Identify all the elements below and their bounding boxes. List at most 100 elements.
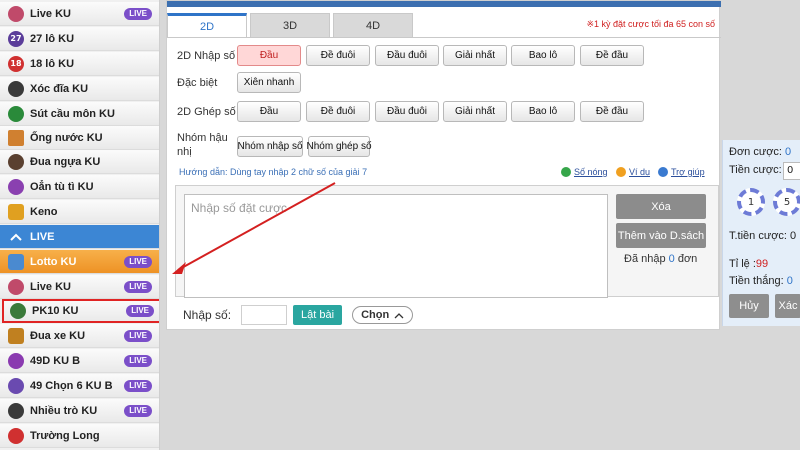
sidebar-item-live-ku-2[interactable]: Live KU LIVE — [0, 275, 159, 299]
sidebar-item-label: Oẳn tù tì KU — [30, 180, 94, 193]
chevron-up-icon — [8, 229, 24, 245]
sidebar-item-ong-nuoc-ku[interactable]: Ống nước KU — [0, 126, 159, 150]
top-bar — [167, 1, 721, 7]
star-icon — [561, 167, 571, 177]
sidebar-item-label: Trường Long — [30, 429, 100, 442]
btn-nhom-nhap-so[interactable]: Nhóm nhập số — [237, 136, 303, 157]
live-person-icon — [8, 5, 24, 22]
sidebar-item-pk10-ku[interactable]: PK10 KU LIVE — [2, 299, 159, 323]
sidebar-item-dua-xe-ku[interactable]: Đua xe KU LIVE — [0, 324, 159, 348]
bet-summary-panel: Đơn cược: 0 Tiền cược: 0 1 5 T.tiền cược… — [722, 140, 800, 326]
imported-count: Đã nhập 0 đơn — [624, 253, 697, 265]
soccer-icon — [8, 105, 24, 122]
car-icon — [8, 327, 24, 344]
choose-label: Chọn — [361, 309, 390, 321]
help-label: Trợ giúp — [671, 167, 705, 177]
sidebar-item-27-lo-ku[interactable]: 27 27 lô KU — [0, 27, 159, 51]
imported-number: 0 — [668, 253, 675, 265]
add-to-list-button[interactable]: Thêm vào D.sách — [616, 223, 706, 248]
btn-ghep-de-dau[interactable]: Đề đầu — [580, 101, 644, 122]
btn-nhap-dau-duoi[interactable]: Đầu đuôi — [375, 45, 439, 66]
hot-numbers-label: Số nóng — [574, 167, 608, 177]
sidebar-item-49d-ku-b[interactable]: 49D KU B LIVE — [0, 349, 159, 373]
sidebar-live-header[interactable]: LIVE — [0, 225, 159, 249]
chip-5[interactable]: 5 — [773, 188, 800, 216]
bet-amount-label: Tiền cược: — [729, 164, 782, 176]
sidebar-item-49-chon-6-ku-b[interactable]: 49 Chọn 6 KU B LIVE — [0, 374, 159, 398]
row-label-nhom-hau: Nhóm hậu — [177, 132, 228, 144]
sidebar-section-label: LIVE — [30, 230, 55, 243]
btn-nhap-giai-nhat[interactable]: Giải nhất — [443, 45, 507, 66]
btn-nhap-de-duoi[interactable]: Đề đuôi — [306, 45, 370, 66]
sidebar-item-label: Keno — [30, 205, 58, 218]
imported-suffix: đơn — [677, 253, 698, 265]
btn-ghep-dau[interactable]: Đầu — [237, 101, 301, 122]
sidebar-item-label: 49 Chọn 6 KU B — [30, 379, 113, 392]
btn-nhom-ghep-so[interactable]: Nhóm ghép số — [306, 136, 372, 157]
live-badge: LIVE — [124, 330, 152, 342]
btn-xien-nhanh[interactable]: Xiên nhanh — [237, 72, 301, 93]
balls-icon — [8, 377, 24, 394]
flip-card-button[interactable]: Lật bài — [293, 305, 343, 325]
sidebar-item-18-lo-ku[interactable]: 18 18 lô KU — [0, 52, 159, 76]
cancel-button[interactable]: Hủy — [729, 294, 769, 318]
win-label: Tiền thắng: 0 — [729, 275, 793, 287]
tab-2d[interactable]: 2D — [167, 13, 247, 38]
hot-numbers-link[interactable]: Số nóng — [561, 167, 608, 177]
delete-button[interactable]: Xóa — [616, 194, 706, 219]
bet-amount-input[interactable]: 0 — [783, 162, 800, 180]
choose-dropdown[interactable]: Chọn — [352, 306, 414, 324]
total-bet-label: T.tiền cược: 0 — [729, 230, 797, 242]
sidebar-item-keno[interactable]: Keno — [0, 200, 159, 224]
confirm-button[interactable]: Xác — [775, 294, 800, 318]
example-link[interactable]: Ví dụ — [616, 167, 650, 177]
btn-ghep-giai-nhat[interactable]: Giải nhất — [443, 101, 507, 122]
live-badge: LIVE — [124, 8, 152, 20]
btn-ghep-de-duoi[interactable]: Đề đuôi — [306, 101, 370, 122]
chip-1[interactable]: 1 — [737, 188, 765, 216]
help-link[interactable]: Trợ giúp — [658, 167, 705, 177]
balloon-icon — [8, 352, 24, 369]
sidebar-item-label: Lotto KU — [30, 255, 77, 268]
sidebar-item-oan-tu-ti-ku[interactable]: Oẳn tù tì KU — [0, 175, 159, 199]
sidebar-item-sut-cau-mon-ku[interactable]: Sút cầu môn KU — [0, 102, 159, 126]
pipe-icon — [8, 129, 24, 146]
live-badge: LIVE — [124, 355, 152, 367]
btn-nhap-de-dau[interactable]: Đề đầu — [580, 45, 644, 66]
btn-nhap-dau[interactable]: Đầu — [237, 45, 301, 66]
sidebar-item-label: Live KU — [30, 7, 71, 20]
race-car-icon — [10, 302, 26, 319]
sidebar-item-live-ku[interactable]: Live KU LIVE — [0, 2, 159, 26]
row-label-nhap-so: 2D Nhập số — [177, 50, 236, 62]
sidebar-item-nhieu-tro-ku[interactable]: Nhiều trò KU LIVE — [0, 399, 159, 423]
sidebar-item-dua-ngua-ku[interactable]: Đua ngựa KU — [0, 150, 159, 174]
sidebar-item-label: Ống nước KU — [30, 131, 103, 144]
number-input[interactable] — [241, 305, 288, 325]
win-value: 0 — [786, 275, 793, 287]
odds-value: 99 — [755, 258, 769, 270]
keno-icon — [8, 203, 24, 220]
bet-number-textarea[interactable]: Nhập số đặt cược — [184, 194, 608, 298]
order-value: 0 — [785, 146, 792, 158]
bet-panel: 2D 3D 4D ※1 kỳ đặt cược tối đa 65 con số… — [166, 0, 721, 330]
sidebar-item-truong-long[interactable]: Trường Long — [0, 424, 159, 448]
entry-area: Nhập số đặt cược Xóa Thêm vào D.sách Đã … — [175, 185, 719, 298]
btn-ghep-bao-lo[interactable]: Bao lô — [511, 101, 575, 122]
hand-icon — [8, 178, 24, 195]
sidebar-item-label: Xóc đĩa KU — [30, 82, 89, 95]
btn-ghep-dau-duoi[interactable]: Đầu đuôi — [375, 101, 439, 122]
badge-18-icon: 18 — [8, 55, 24, 72]
live-badge: LIVE — [124, 380, 152, 392]
tab-4d[interactable]: 4D — [333, 13, 413, 38]
sidebar-item-label: 27 lô KU — [30, 32, 75, 45]
btn-nhap-bao-lo[interactable]: Bao lô — [511, 45, 575, 66]
tab-3d[interactable]: 3D — [250, 13, 330, 38]
sidebar-item-label: Đua xe KU — [30, 329, 86, 342]
number-entry-row: Nhập số: Lật bài Chọn — [183, 305, 414, 325]
sidebar-item-label: 49D KU B — [30, 354, 81, 367]
sidebar-item-xoc-dia-ku[interactable]: Xóc đĩa KU — [0, 77, 159, 101]
order-label: Đơn cược: 0 — [729, 146, 792, 158]
live-person-icon — [8, 278, 24, 295]
sidebar-item-lotto-ku[interactable]: Lotto KU LIVE — [0, 250, 159, 274]
lotto-icon — [8, 253, 24, 270]
